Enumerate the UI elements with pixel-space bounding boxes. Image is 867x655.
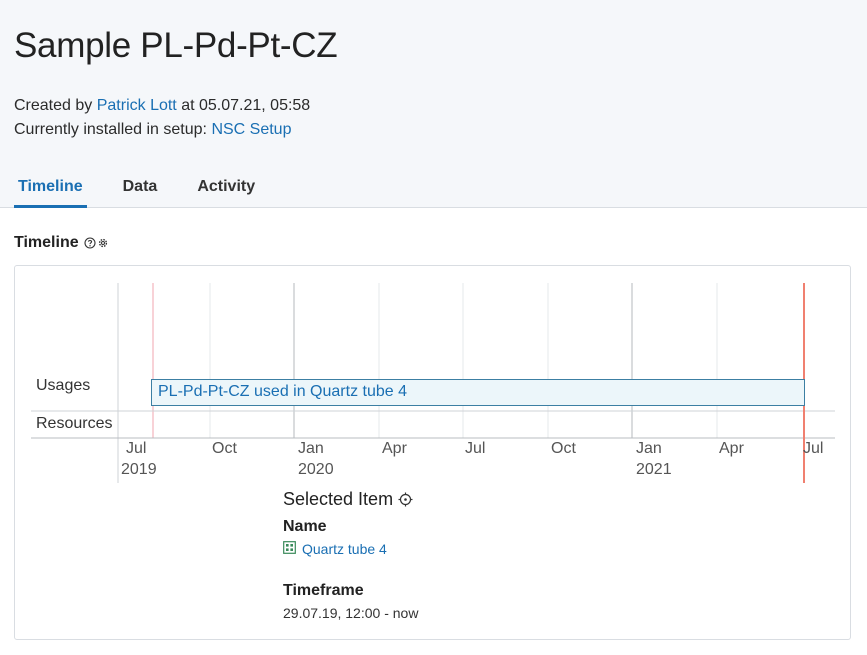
usage-bar[interactable]: PL-Pd-Pt-CZ used in Quartz tube 4: [151, 379, 805, 406]
tick-label: Jan 2020: [298, 440, 334, 478]
page-title: Sample PL-Pd-Pt-CZ: [14, 26, 338, 65]
setup-link[interactable]: NSC Setup: [211, 121, 291, 138]
created-at: at 05.07.21, 05:58: [181, 97, 311, 114]
selected-item-link[interactable]: Quartz tube 4: [302, 541, 387, 557]
tick-label: Jul: [803, 440, 824, 457]
tick-label: Jan 2021: [636, 440, 672, 478]
name-value: Quartz tube 4: [283, 541, 387, 557]
tick-label: Oct: [551, 440, 576, 457]
row-label-usages: Usages: [36, 377, 91, 394]
selected-item-title: Selected Item: [283, 489, 413, 510]
tick-label: Apr: [382, 440, 407, 457]
tick-label: Jul 2019: [121, 440, 157, 478]
selected-item-heading: Selected Item: [283, 489, 394, 509]
grid-item-icon: [283, 541, 296, 557]
created-info: Created by Patrick Lott at 05.07.21, 05:…: [14, 97, 310, 115]
tab-activity[interactable]: Activity: [193, 176, 259, 208]
tick-label: Oct: [212, 440, 237, 457]
timeline-heading: Timeline: [14, 234, 79, 251]
tick-label: Jul: [465, 440, 486, 457]
created-prefix: Created by: [14, 97, 93, 114]
page-header: Sample PL-Pd-Pt-CZ Created by Patrick Lo…: [0, 0, 867, 208]
setup-prefix: Currently installed in setup:: [14, 121, 207, 138]
locate-target-icon[interactable]: [398, 492, 413, 507]
timeframe-value: 29.07.19, 12:00 - now: [283, 605, 419, 621]
tab-timeline[interactable]: Timeline: [14, 176, 87, 208]
tab-bar: Timeline Data Activity: [14, 176, 291, 208]
settings-gear-icon[interactable]: [97, 237, 109, 249]
timeline-card: Usages Resources PL-Pd-Pt-CZ used in Qua…: [14, 265, 851, 640]
timeline-section-title: Timeline: [14, 234, 109, 252]
creator-link[interactable]: Patrick Lott: [97, 97, 177, 114]
tab-data[interactable]: Data: [119, 176, 162, 208]
help-icon[interactable]: [84, 237, 96, 249]
timeframe-label: Timeframe: [283, 582, 364, 599]
tick-label: Apr: [719, 440, 744, 457]
name-label: Name: [283, 518, 327, 535]
row-label-resources: Resources: [36, 415, 113, 432]
setup-info: Currently installed in setup: NSC Setup: [14, 121, 291, 139]
